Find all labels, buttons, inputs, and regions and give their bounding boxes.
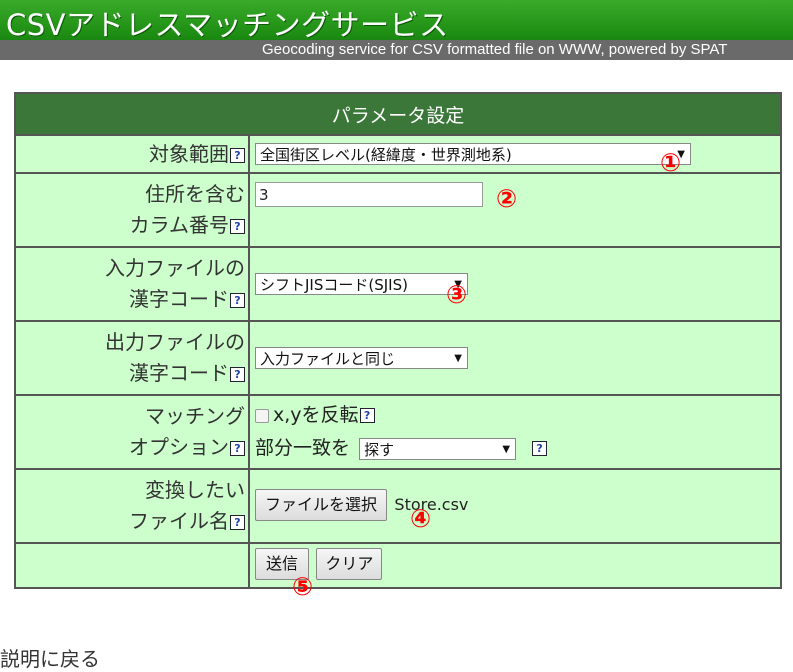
file-label-cell: 変換したい ファイル名? bbox=[14, 468, 250, 544]
output-encoding-selected-value: 入力ファイルと同じ bbox=[260, 350, 396, 368]
chevron-down-icon: ▼ bbox=[454, 353, 462, 364]
scope-selected-value: 全国街区レベル(経緯度・世界測地系) bbox=[260, 146, 512, 164]
clear-button[interactable]: クリア bbox=[316, 548, 383, 580]
help-icon[interactable]: ? bbox=[359, 408, 375, 423]
parameter-table-title: パラメータ設定 bbox=[14, 92, 782, 136]
site-banner: CSVアドレスマッチングサービス Geocoding service for C… bbox=[0, 0, 793, 60]
row-file: 変換したい ファイル名? ファイルを選択 Store.csv ④ bbox=[14, 468, 782, 544]
selected-file-name: Store.csv bbox=[394, 495, 469, 514]
column-label-line1: 住所を含む bbox=[145, 182, 245, 206]
annotation-marker-4: ④ bbox=[410, 504, 432, 533]
output-encoding-label-line2: 漢字コード bbox=[129, 361, 229, 385]
column-number-input[interactable]: 3 bbox=[255, 182, 483, 207]
help-icon[interactable]: ? bbox=[230, 147, 245, 163]
site-title: CSVアドレスマッチングサービス bbox=[6, 8, 449, 42]
options-label-line1: マッチング bbox=[145, 404, 245, 428]
annotation-marker-5: ⑤ bbox=[292, 572, 314, 601]
input-encoding-select[interactable]: シフトJISコード(SJIS) ▼ bbox=[255, 273, 468, 295]
row-output-encoding: 出力ファイルの 漢字コード? 入力ファイルと同じ ▼ bbox=[14, 320, 782, 396]
help-icon[interactable]: ? bbox=[230, 515, 245, 530]
swap-xy-label: x,yを反転 bbox=[273, 404, 359, 426]
scope-value-cell: 全国街区レベル(経緯度・世界測地系) ▼ ① bbox=[248, 134, 782, 177]
column-label-cell: 住所を含む カラム番号? bbox=[14, 172, 250, 248]
output-encoding-select[interactable]: 入力ファイルと同じ ▼ bbox=[255, 347, 468, 369]
options-label-cell: マッチング オプション? bbox=[14, 394, 250, 470]
scope-label: 対象範囲 bbox=[149, 141, 229, 166]
column-label-line2: カラム番号 bbox=[129, 213, 229, 237]
output-encoding-value-cell: 入力ファイルと同じ ▼ bbox=[248, 320, 782, 396]
partial-match-select[interactable]: 探す ▼ bbox=[359, 437, 517, 460]
options-value-cell: x,yを反転? 部分一致を 探す ▼ ? bbox=[248, 394, 782, 470]
input-encoding-label-line1: 入力ファイルの bbox=[105, 256, 245, 280]
partial-match-label: 部分一致を bbox=[255, 437, 351, 459]
column-value-cell: 3 ② bbox=[248, 172, 782, 248]
input-encoding-label-cell: 入力ファイルの 漢字コード? bbox=[14, 246, 250, 322]
row-matching-options: マッチング オプション? x,yを反転? 部分一致を 探す ▼ ? bbox=[14, 394, 782, 470]
help-icon[interactable]: ? bbox=[532, 441, 548, 456]
row-scope: 対象範囲? 全国街区レベル(経緯度・世界測地系) ▼ ① bbox=[14, 134, 782, 177]
input-encoding-label-line2: 漢字コード bbox=[129, 287, 229, 311]
annotation-marker-3: ③ bbox=[446, 280, 468, 309]
actions-value-cell: 送信 クリア ⑤ bbox=[248, 542, 782, 601]
file-label-line2: ファイル名 bbox=[129, 509, 229, 533]
row-column: 住所を含む カラム番号? 3 ② bbox=[14, 172, 782, 248]
partial-match-selected-value: 探す bbox=[364, 440, 395, 459]
help-icon[interactable]: ? bbox=[230, 219, 245, 234]
input-encoding-selected-value: シフトJISコード(SJIS) bbox=[260, 276, 408, 294]
row-actions: 送信 クリア ⑤ bbox=[14, 542, 782, 601]
help-icon[interactable]: ? bbox=[230, 293, 245, 308]
scope-label-cell: 対象範囲? bbox=[14, 134, 250, 174]
site-subtitle: Geocoding service for CSV formatted file… bbox=[262, 41, 728, 58]
output-encoding-label-line1: 出力ファイルの bbox=[105, 330, 245, 354]
scope-select[interactable]: 全国街区レベル(経緯度・世界測地系) ▼ bbox=[255, 143, 691, 165]
chevron-down-icon: ▼ bbox=[502, 443, 511, 455]
file-value-cell: ファイルを選択 Store.csv ④ bbox=[248, 468, 782, 544]
choose-file-button[interactable]: ファイルを選択 bbox=[255, 489, 388, 521]
output-encoding-label-cell: 出力ファイルの 漢字コード? bbox=[14, 320, 250, 396]
options-label-line2: オプション bbox=[129, 435, 229, 459]
row-input-encoding: 入力ファイルの 漢字コード? シフトJISコード(SJIS) ▼ ③ bbox=[14, 246, 782, 322]
file-label-line1: 変換したい bbox=[145, 478, 245, 502]
swap-xy-checkbox[interactable] bbox=[255, 408, 269, 423]
annotation-marker-2: ② bbox=[496, 184, 518, 213]
actions-empty-cell bbox=[14, 542, 250, 589]
help-icon[interactable]: ? bbox=[230, 441, 245, 456]
parameter-table: パラメータ設定 対象範囲? 全国街区レベル(経緯度・世界測地系) ▼ ① 住所を… bbox=[14, 92, 782, 601]
back-to-description-link[interactable]: 説明に戻る bbox=[0, 643, 100, 672]
help-icon[interactable]: ? bbox=[230, 367, 245, 382]
input-encoding-value-cell: シフトJISコード(SJIS) ▼ ③ bbox=[248, 246, 782, 322]
